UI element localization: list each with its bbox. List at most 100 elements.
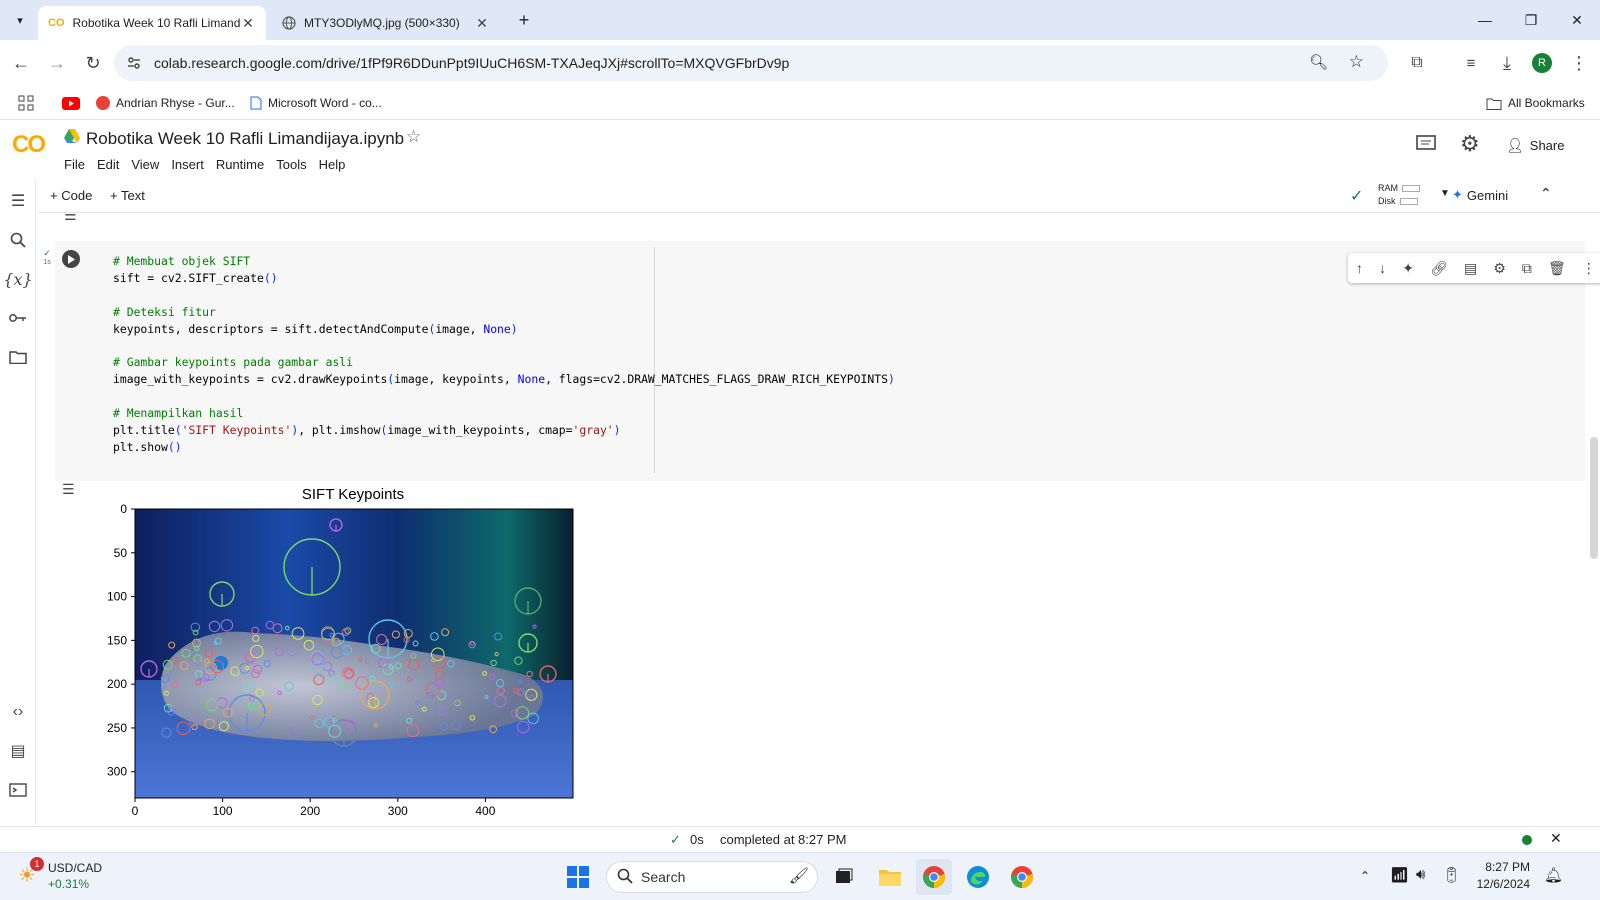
previous-output-toggle-icon[interactable]: ☰ <box>64 213 77 224</box>
bookmark-star-icon[interactable]: ☆ <box>1349 52 1364 72</box>
battery-icon[interactable]: 🔋︎ <box>1442 866 1461 884</box>
clock[interactable]: 8:27 PM 12/6/2024 <box>1470 859 1530 893</box>
command-palette-icon[interactable]: ▤ <box>6 739 30 763</box>
downloads-icon[interactable]: ⤓ <box>1492 48 1522 78</box>
colab-header: CO Robotika Week 10 Rafli Limandijaya.ip… <box>0 121 1600 179</box>
start-button[interactable] <box>560 859 596 895</box>
bookmark-item[interactable]: Microsoft Word - co... <box>250 92 382 114</box>
browser-menu-icon[interactable]: ⋮ <box>1564 48 1594 78</box>
taskbar-search[interactable]: Search 🖌︎ <box>606 861 818 893</box>
volume-icon[interactable]: 🔊︎ <box>1416 866 1425 883</box>
code-snippets-icon[interactable]: ‹› <box>6 700 30 724</box>
apps-grid-icon[interactable] <box>18 92 34 114</box>
new-tab-button[interactable]: + <box>512 8 536 32</box>
files-folder-icon[interactable] <box>6 345 30 369</box>
add-text-button[interactable]: + Text <box>110 188 145 203</box>
all-bookmarks[interactable]: All Bookmarks <box>1486 92 1585 114</box>
notifications-bell-icon[interactable]: 🔔︎ <box>1544 866 1563 884</box>
menu-tools[interactable]: Tools <box>276 157 306 172</box>
colab-logo[interactable]: CO <box>12 131 46 159</box>
y-tick-label: 100 <box>107 590 127 604</box>
notebook-title[interactable]: Robotika Week 10 Rafli Limandijaya.ipynb <box>86 129 404 149</box>
variables-icon[interactable]: {x} <box>3 267 32 291</box>
menu-insert[interactable]: Insert <box>171 157 204 172</box>
notebook-area[interactable]: ☰ ✓ 1s # Membuat objek SIFT sift = cv2.SI… <box>38 213 1600 825</box>
zoom-icon[interactable]: 🔍︎ <box>1309 53 1328 71</box>
y-tick-label: 150 <box>107 633 127 647</box>
file-explorer-icon[interactable] <box>872 859 908 895</box>
tab-search-dropdown[interactable]: ▾ <box>8 8 32 32</box>
close-window-button[interactable]: ✕ <box>1554 0 1600 40</box>
tab-image[interactable]: MTY3ODlyMQ.jpg (500×330) ✕ <box>272 6 500 40</box>
connection-dot-icon <box>1522 835 1532 845</box>
link-icon[interactable]: 🔗︎ <box>1430 260 1448 277</box>
gemini-button[interactable]: ✦ Gemini <box>1452 187 1508 203</box>
restore-button[interactable]: ❐ <box>1508 0 1554 40</box>
y-tick-label: 50 <box>114 546 128 560</box>
comments-icon[interactable] <box>1416 135 1436 153</box>
mirror-cell-icon[interactable]: ⧉ <box>1522 260 1532 277</box>
widget-title: USD/CAD <box>48 861 103 875</box>
menu-runtime[interactable]: Runtime <box>216 157 264 172</box>
menu-edit[interactable]: Edit <box>97 157 119 172</box>
close-tab-icon[interactable]: ✕ <box>240 15 256 32</box>
menu-file[interactable]: File <box>64 157 85 172</box>
cell-settings-icon[interactable]: ⚙ <box>1493 260 1506 277</box>
profile-avatar[interactable]: R <box>1532 53 1552 73</box>
close-status-icon[interactable]: ✕ <box>1550 830 1562 847</box>
collapse-header-icon[interactable]: ⌃ <box>1540 185 1552 202</box>
run-cell-button[interactable] <box>62 250 80 268</box>
wifi-icon[interactable]: 📶︎ <box>1390 866 1409 884</box>
settings-gear-icon[interactable]: ⚙ <box>1460 131 1480 157</box>
extensions-icon[interactable]: ⧉ <box>1402 48 1432 78</box>
more-options-icon[interactable]: ⋮ <box>1582 260 1596 277</box>
bookmark-label: Andrian Rhyse - Gur... <box>116 96 235 110</box>
all-bookmarks-label: All Bookmarks <box>1508 96 1585 110</box>
terminal-icon[interactable] <box>6 778 30 802</box>
address-bar[interactable]: colab.research.google.com/drive/1fPf9R6D… <box>114 45 1388 81</box>
search-icon[interactable] <box>6 228 30 252</box>
site-info-icon[interactable] <box>126 55 142 71</box>
task-view-icon[interactable] <box>826 859 862 895</box>
forward-button[interactable]: → <box>42 48 72 78</box>
comment-icon[interactable]: ▤ <box>1464 260 1477 277</box>
gemini-sparkle-icon[interactable]: ✦ <box>1402 260 1414 277</box>
share-button[interactable]: 👤︎ Share <box>1506 137 1564 154</box>
code-cell[interactable]: ✓ 1s # Membuat objek SIFT sift = cv2.SIFT… <box>43 241 1600 481</box>
weather-widget[interactable]: ☀ 1 USD/CAD +0.31% <box>16 857 126 895</box>
share-label: Share <box>1529 138 1565 153</box>
menu-help[interactable]: Help <box>319 157 346 172</box>
runtime-dropdown-icon[interactable]: ▼ <box>1440 188 1450 199</box>
tab-colab[interactable]: CO Robotika Week 10 Rafli Limandi ✕ <box>38 6 266 40</box>
close-tab-icon[interactable]: ✕ <box>474 15 490 32</box>
bookmark-item[interactable]: Andrian Rhyse - Gur... <box>96 92 235 114</box>
browser-toolbar: ← → ↻ colab.research.google.com/drive/1f… <box>0 40 1600 86</box>
show-hidden-icons[interactable]: ⌃ <box>1360 869 1370 883</box>
scrollbar[interactable] <box>1590 437 1598 559</box>
move-cell-up-icon[interactable]: ↑ <box>1356 260 1363 276</box>
move-cell-down-icon[interactable]: ↓ <box>1379 260 1386 276</box>
chrome-icon[interactable] <box>916 859 952 895</box>
add-code-button[interactable]: + Code <box>50 188 92 203</box>
table-of-contents-icon[interactable]: ☰ <box>6 189 30 213</box>
youtube-bookmark[interactable] <box>62 92 80 114</box>
x-tick-label: 100 <box>213 804 233 818</box>
secrets-key-icon[interactable] <box>6 306 30 330</box>
delete-cell-icon[interactable]: 🗑︎ <box>1548 260 1566 277</box>
resources-indicator[interactable]: RAM Disk <box>1378 182 1420 208</box>
star-icon[interactable]: ☆ <box>406 127 421 147</box>
edge-icon[interactable] <box>960 859 996 895</box>
back-button[interactable]: ← <box>6 48 36 78</box>
minimize-button[interactable]: — <box>1462 0 1508 40</box>
code-editor[interactable]: # Membuat objek SIFT sift = cv2.SIFT_crea… <box>113 253 895 456</box>
chrome-profile-icon[interactable] <box>1004 859 1040 895</box>
menu-view[interactable]: View <box>131 157 159 172</box>
media-control-icon[interactable]: ≡ <box>1456 48 1486 78</box>
exec-time: 1s <box>43 259 51 266</box>
add-code-label: Code <box>61 188 93 203</box>
people-icon: 👤︎ <box>1506 137 1524 153</box>
reload-button[interactable]: ↻ <box>78 48 108 78</box>
